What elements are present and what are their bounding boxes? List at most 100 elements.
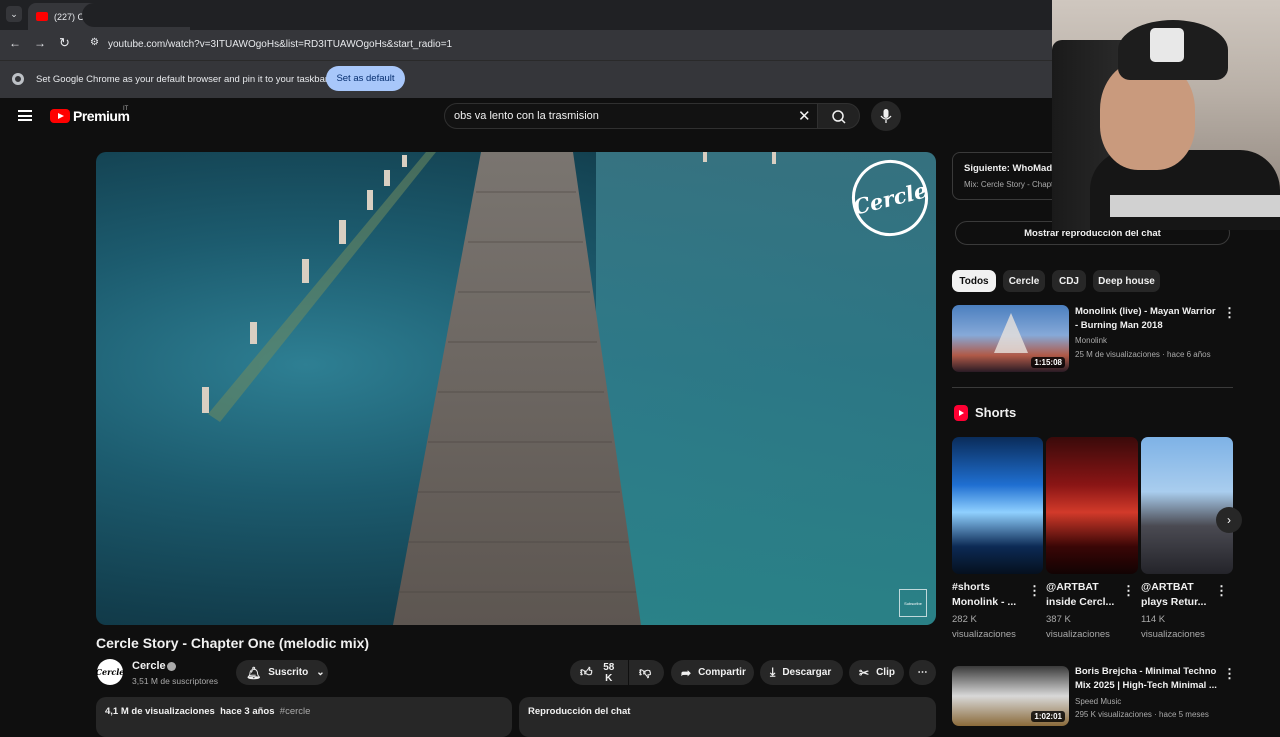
download-label: Descargar	[782, 667, 832, 678]
share-icon: ➦	[681, 665, 692, 680]
short-thumbnail[interactable]	[1141, 437, 1233, 574]
divider	[952, 387, 1233, 388]
chevron-down-icon: ⌄	[10, 8, 18, 19]
video-duration: 1:15:08	[1031, 357, 1065, 368]
chip-cercle[interactable]: Cercle	[1003, 270, 1045, 292]
upload-age: hace 3 años	[220, 706, 275, 717]
short-views: 114 K visualizaciones	[1141, 612, 1205, 642]
youtube-logo-icon[interactable]	[50, 109, 70, 123]
related-video-meta: 295 K visualizaciones · hace 5 meses	[1075, 710, 1209, 719]
share-button[interactable]: ➦ Compartir	[671, 660, 754, 685]
short-thumbnail[interactable]	[952, 437, 1043, 574]
short-menu-icon[interactable]: ⋮	[1215, 583, 1228, 599]
tab-search-button[interactable]: ⌄	[6, 6, 22, 22]
short-views-line: visualizaciones	[952, 629, 1016, 640]
short-views-line: 387 K	[1046, 614, 1071, 625]
video-player[interactable]	[96, 152, 936, 625]
youtube-favicon-icon	[36, 12, 48, 21]
channel-name[interactable]: Cercle	[132, 660, 166, 672]
clip-button[interactable]: ✂︎ Clip	[849, 660, 904, 685]
set-default-button[interactable]: Set as default	[326, 66, 405, 91]
like-button[interactable]: 👍︎ 58 K	[570, 660, 628, 685]
chat-replay-label: Reproducción del chat	[528, 706, 631, 717]
video-title: Cercle Story - Chapter One (melodic mix)	[96, 635, 370, 651]
download-button[interactable]: ⤓ Descargar	[760, 660, 843, 685]
infobar-text: Set Google Chrome as your default browse…	[36, 74, 329, 85]
related-video-title-line: Mix 2025 | High-Tech Minimal ...	[1075, 680, 1217, 691]
shorts-logo-icon	[954, 405, 968, 421]
webcam-cap-patch	[1150, 28, 1184, 62]
microphone-icon	[880, 109, 892, 123]
related-video-meta: 25 M de visualizaciones · hace 6 años	[1075, 350, 1211, 359]
chip-todos[interactable]: Todos	[952, 270, 996, 292]
chevron-down-icon: ⌄	[316, 667, 325, 678]
search-query-text[interactable]: obs va lento con la trasmision	[454, 110, 599, 122]
dislike-button[interactable]: 👎︎	[629, 660, 664, 685]
short-title[interactable]: @ARTBAT inside Cercl...	[1046, 580, 1114, 610]
short-title[interactable]: #shorts Monolink - ...	[952, 580, 1016, 610]
related-video-channel[interactable]: Speed Music	[1075, 697, 1121, 706]
region-code: IT	[123, 106, 129, 112]
chevron-right-icon: ›	[1227, 513, 1231, 527]
search-button[interactable]	[817, 103, 860, 129]
address-bar[interactable]	[82, 3, 1062, 27]
short-menu-icon[interactable]: ⋮	[1122, 583, 1135, 599]
short-title-line: Monolink - ...	[952, 596, 1017, 608]
scissors-icon: ✂︎	[859, 665, 870, 680]
short-views-line: visualizaciones	[1046, 629, 1110, 640]
download-icon: ⤓	[770, 665, 776, 679]
related-video-title-line: - Burning Man 2018	[1075, 320, 1163, 331]
back-icon[interactable]: ←	[9, 36, 21, 50]
chat-replay-box[interactable]	[519, 697, 936, 737]
clip-label: Clip	[876, 667, 895, 678]
more-icon: ⋯	[917, 667, 928, 678]
video-menu-icon[interactable]: ⋮	[1223, 666, 1236, 682]
related-video-title-line: Boris Brejcha - Minimal Techno	[1075, 666, 1217, 677]
forward-icon[interactable]: →	[34, 36, 46, 50]
short-views-line: visualizaciones	[1141, 629, 1205, 640]
bell-icon: 🔔︎	[246, 665, 262, 680]
related-video-title[interactable]: Boris Brejcha - Minimal Techno Mix 2025 …	[1075, 665, 1217, 693]
video-duration: 1:02:01	[1031, 711, 1065, 722]
short-views: 282 K visualizaciones	[952, 612, 1016, 642]
video-frame	[202, 152, 776, 625]
reload-icon[interactable]: ↻	[59, 35, 70, 51]
chip-cdj[interactable]: CDJ	[1052, 270, 1086, 292]
chip-deep-house[interactable]: Deep house	[1093, 270, 1160, 292]
voice-search-button[interactable]	[871, 101, 901, 131]
short-menu-icon[interactable]: ⋮	[1028, 583, 1041, 599]
related-video-title[interactable]: Monolink (live) - Mayan Warrior - Burnin…	[1075, 305, 1216, 333]
share-label: Compartir	[698, 667, 746, 678]
subscriber-count: 3,51 M de suscriptores	[132, 676, 218, 686]
chrome-icon	[12, 73, 24, 85]
short-title-line: @ARTBAT	[1046, 581, 1099, 593]
short-views-line: 114 K	[1141, 614, 1166, 625]
related-video-thumbnail[interactable]: 1:02:01	[952, 666, 1069, 726]
menu-icon[interactable]	[18, 110, 32, 121]
short-title[interactable]: @ARTBAT plays Retur...	[1141, 580, 1206, 610]
url-text[interactable]: youtube.com/watch?v=3ITUAWOgoHs&list=RD3…	[108, 39, 452, 50]
youtube-logo-text[interactable]: Premium	[73, 108, 130, 124]
search-icon	[832, 110, 846, 124]
video-menu-icon[interactable]: ⋮	[1223, 305, 1236, 321]
site-info-icon[interactable]: ⚙︎	[90, 37, 102, 49]
shorts-next-button[interactable]: ›	[1216, 507, 1242, 533]
view-count: 4,1 M de visualizaciones	[105, 706, 215, 717]
related-video-channel[interactable]: Monolink	[1075, 336, 1107, 345]
subscribed-button[interactable]: 🔔︎ Suscrito ⌄	[236, 660, 328, 685]
subscribe-watermark[interactable]: Subscribe	[899, 589, 927, 617]
more-actions-button[interactable]: ⋯	[909, 660, 936, 685]
description-box[interactable]	[96, 697, 512, 737]
related-video-title-line: Monolink (live) - Mayan Warrior	[1075, 306, 1216, 317]
channel-avatar[interactable]: Cercle	[96, 659, 124, 685]
short-title-line: plays Retur...	[1141, 596, 1207, 608]
short-thumbnail[interactable]	[1046, 437, 1138, 574]
short-views: 387 K visualizaciones	[1046, 612, 1110, 642]
clear-search-icon[interactable]: ✕	[798, 107, 811, 125]
description-meta: 4,1 M de visualizaciones hace 3 años #ce…	[105, 706, 310, 717]
related-video-thumbnail[interactable]: 1:15:08	[952, 305, 1069, 372]
short-views-line: 282 K	[952, 614, 977, 625]
short-title-line: #shorts	[952, 581, 990, 593]
thumbs-up-icon: 👍︎	[580, 665, 593, 679]
hashtag[interactable]: #cercle	[280, 706, 311, 717]
